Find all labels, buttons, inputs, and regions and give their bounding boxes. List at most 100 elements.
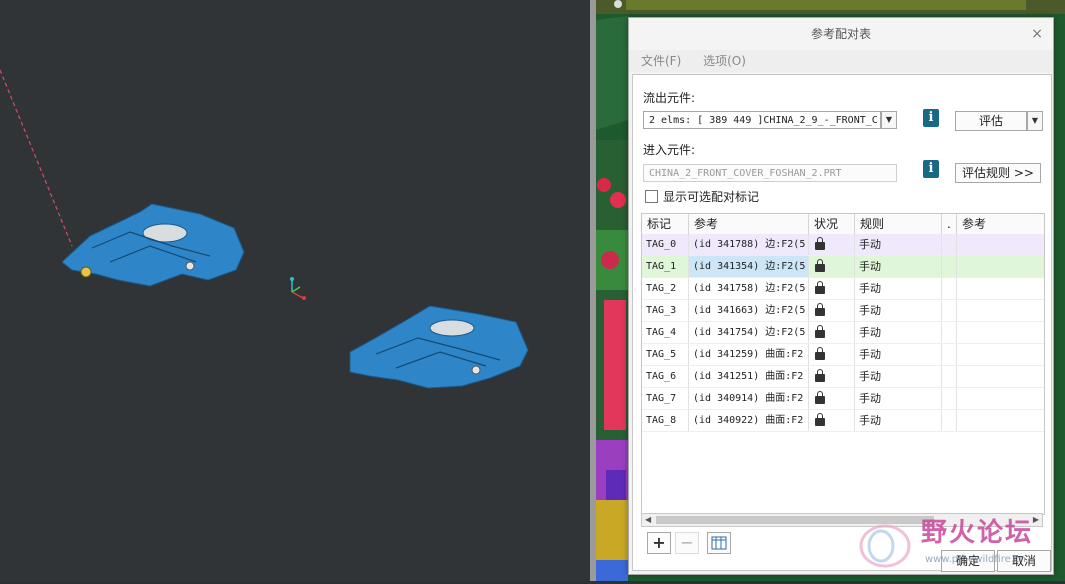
watermark-logo-icon [859,524,911,568]
lock-icon [815,303,825,316]
cell-status [809,410,855,431]
col-header-reference[interactable]: 参考 [689,214,809,234]
cell-tag: TAG_0 [642,234,689,255]
cell-rule: 手动 [855,366,942,387]
evaluate-dropdown-chevron-icon[interactable]: ▼ [1027,111,1043,131]
table-row[interactable]: TAG_3 (id 341663) 边:F2(5 手动 [642,300,1044,322]
menu-bar: 文件(F) 选项(O) [629,50,1053,72]
cell-reference: (id 341788) 边:F2(5 [689,234,809,255]
cell-reference: (id 340922) 曲面:F2 [689,410,809,431]
lock-icon [815,391,825,404]
dialog-body: 流出元件: 2 elms: [ 389 449 ]CHINA_2_9_-_FRO… [632,74,1052,571]
cell-empty [957,322,1044,343]
col-header-rule[interactable]: 规则 [855,214,942,234]
evaluate-button[interactable]: 评估 [955,111,1027,131]
inflow-component-field: CHINA_2_FRONT_COVER_FOSHAN_2.PRT [643,164,897,182]
cell-empty [957,300,1044,321]
table-row[interactable]: TAG_2 (id 341758) 边:F2(5 手动 [642,278,1044,300]
cell-tag: TAG_4 [642,322,689,343]
cell-status [809,278,855,299]
cell-tag: TAG_7 [642,388,689,409]
outflow-component-field[interactable]: 2 elms: [ 389 449 ]CHINA_2_9_-_FRONT_C [643,111,881,129]
cell-status [809,322,855,343]
cell-status [809,366,855,387]
forum-watermark: 野火论坛 www.proewildfire.cn [855,510,1060,580]
dialog-title: 参考配对表 [810,27,871,41]
table-row[interactable]: TAG_4 (id 341754) 边:F2(5 手动 [642,322,1044,344]
table-row[interactable]: TAG_7 (id 340914) 曲面:F2 手动 [642,388,1044,410]
cell-reference: (id 341663) 边:F2(5 [689,300,809,321]
model-scene-left [0,69,529,389]
cell-rule: 手动 [855,300,942,321]
cell-status [809,344,855,365]
close-icon[interactable]: × [1031,18,1043,50]
lock-icon [815,347,825,360]
cell-reference-selected[interactable]: (id 341354) 边:F2(5 [689,256,809,277]
part-model-2[interactable] [349,305,529,389]
cell-empty [957,344,1044,365]
cell-reference: (id 340914) 曲面:F2 [689,388,809,409]
watermark-text: 野火论坛 [921,518,1034,548]
cell-empty [957,366,1044,387]
cell-empty [957,388,1044,409]
cell-rule: 手动 [855,234,942,255]
cell-empty [942,344,957,365]
cell-tag: TAG_1 [642,256,689,277]
cell-empty [942,234,957,255]
cell-tag: TAG_3 [642,300,689,321]
cell-empty [942,410,957,431]
add-row-icon[interactable]: + [647,532,671,554]
remove-row-icon[interactable]: − [675,532,699,554]
table-columns-icon[interactable] [707,532,731,554]
lock-icon [815,237,825,250]
cell-rule: 手动 [855,388,942,409]
col-header-tag[interactable]: 标记 [642,214,689,234]
lock-icon [815,259,825,272]
show-optional-tags-checkbox[interactable] [645,190,658,203]
col-header-status[interactable]: 状况 [809,214,855,234]
cell-reference: (id 341251) 曲面:F2 [689,366,809,387]
cell-empty [942,322,957,343]
cell-status [809,234,855,255]
cell-empty [942,388,957,409]
cell-rule: 手动 [855,278,942,299]
cell-rule: 手动 [855,256,942,277]
col-header-dot[interactable]: . [942,214,957,234]
outflow-dropdown-chevron-icon[interactable]: ▼ [881,111,897,129]
col-header-reference-2[interactable]: 参考 [957,214,1044,234]
graphics-viewport-left[interactable] [0,0,590,581]
lock-icon [815,325,825,338]
part-model-1[interactable] [61,203,245,287]
menu-file[interactable]: 文件(F) [641,54,681,68]
lock-icon [815,281,825,294]
table-row[interactable]: TAG_6 (id 341251) 曲面:F2 手动 [642,366,1044,388]
menu-options[interactable]: 选项(O) [703,54,746,68]
inflow-info-icon[interactable]: i [923,160,939,178]
cell-status [809,256,855,277]
inflow-label: 进入元件: [643,143,696,157]
pairing-table: 标记 参考 状况 规则 . 参考 TAG_0 (id 341788) 边:F2(… [641,213,1045,515]
outflow-label: 流出元件: [643,91,696,105]
cell-empty [957,234,1044,255]
show-optional-tags-label: 显示可选配对标记 [663,190,760,204]
cell-rule: 手动 [855,322,942,343]
table-row[interactable]: TAG_5 (id 341259) 曲面:F2 手动 [642,344,1044,366]
cell-reference: (id 341754) 边:F2(5 [689,322,809,343]
evaluation-rules-button[interactable]: 评估规则 >> [955,163,1041,183]
scroll-left-icon[interactable]: ◀ [645,514,651,526]
lock-icon [815,369,825,382]
lock-icon [815,413,825,426]
table-row[interactable]: TAG_0 (id 341788) 边:F2(5 手动 [642,234,1044,256]
table-row[interactable]: TAG_1 (id 341354) 边:F2(5 手动 [642,256,1044,278]
datum-curve [0,69,73,247]
table-header: 标记 参考 状况 规则 . 参考 [642,214,1044,235]
table-row[interactable]: TAG_8 (id 340922) 曲面:F2 手动 [642,410,1044,432]
outflow-info-icon[interactable]: i [923,109,939,127]
cell-rule: 手动 [855,344,942,365]
cell-empty [957,256,1044,277]
reference-pairing-dialog: 参考配对表 × 文件(F) 选项(O) 流出元件: 2 elms: [ 389 … [628,17,1054,575]
cell-tag: TAG_2 [642,278,689,299]
cell-empty [957,278,1044,299]
cell-empty [942,366,957,387]
dialog-titlebar[interactable]: 参考配对表 × [629,18,1053,50]
